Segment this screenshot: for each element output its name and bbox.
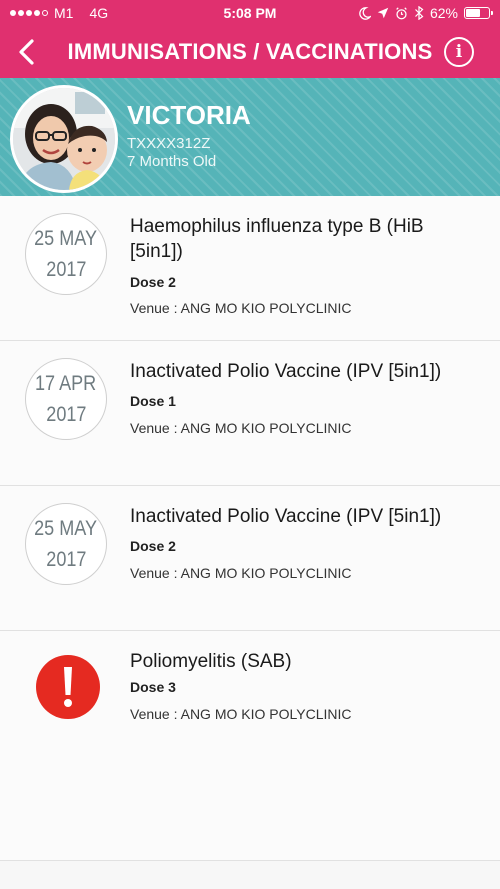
date-day-month: 17 APR: [35, 372, 97, 395]
venue-label: Venue : ANG MO KIO POLYCLINIC: [130, 300, 352, 316]
date-badge: 25 MAY 2017: [25, 503, 107, 585]
back-button[interactable]: [10, 36, 42, 68]
battery-icon: [464, 7, 493, 19]
vaccine-name: Haemophilus influenza type B (HiB [5in1]…: [130, 216, 424, 262]
date-day-month: 25 MAY: [34, 517, 98, 540]
status-time: 5:08 PM: [223, 5, 277, 21]
bluetooth-icon: [415, 6, 424, 20]
location-arrow-icon: [377, 7, 389, 19]
carrier-label: M1: [54, 5, 74, 21]
child-profile-header: VICTORIA TXXXX312Z 7 Months Old: [0, 78, 500, 196]
avatar: [10, 85, 118, 193]
network-label: 4G: [89, 5, 109, 21]
date-year: 2017: [45, 548, 87, 571]
venue-label: Venue : ANG MO KIO POLYCLINIC: [130, 420, 352, 436]
exclamation-glyph: [64, 667, 72, 707]
vaccine-name: Poliomyelitis (SAB): [130, 651, 292, 672]
date-year: 2017: [45, 403, 87, 426]
battery-level: [466, 9, 480, 17]
list-item[interactable]: 25 MAY 2017 Haemophilus influenza type B…: [0, 196, 500, 341]
info-icon: i: [455, 42, 463, 62]
vaccine-name: Inactivated Polio Vaccine (IPV [5in1]): [130, 506, 442, 527]
page-title: IMMUNISATIONS / VACCINATIONS: [67, 39, 433, 64]
navigation-bar: IMMUNISATIONS / VACCINATIONS i: [0, 26, 500, 78]
date-badge: 25 MAY 2017: [25, 213, 107, 295]
list-item[interactable]: 25 MAY 2017 Inactivated Polio Vaccine (I…: [0, 486, 500, 631]
profile-photo: [13, 88, 115, 190]
dose-label: Dose 1: [130, 393, 176, 409]
status-right: 62%: [310, 5, 493, 21]
venue-label: Venue : ANG MO KIO POLYCLINIC: [130, 706, 352, 722]
moon-icon: [359, 6, 371, 20]
status-bar: M1 4G 5:08 PM 62%: [0, 0, 500, 26]
child-name: VICTORIA: [127, 100, 251, 130]
venue-label: Venue : ANG MO KIO POLYCLINIC: [130, 565, 352, 581]
signal-strength-icon: [10, 10, 48, 16]
immunisation-list: 25 MAY 2017 Haemophilus influenza type B…: [0, 196, 500, 861]
dose-label: Dose 2: [130, 274, 176, 290]
dose-label: Dose 2: [130, 538, 176, 554]
exclamation-icon: [36, 655, 100, 719]
child-age: 7 Months Old: [127, 153, 217, 170]
alarm-clock-icon: [396, 6, 407, 19]
info-button[interactable]: i: [444, 37, 474, 67]
vaccine-name: Inactivated Polio Vaccine (IPV [5in1]): [130, 361, 442, 382]
date-day-month: 25 MAY: [34, 227, 98, 250]
child-id: TXXXX312Z: [127, 135, 211, 152]
chevron-left-icon: [19, 39, 34, 65]
status-left: M1 4G: [10, 5, 190, 21]
date-year: 2017: [45, 258, 87, 281]
list-item[interactable]: Poliomyelitis (SAB) Dose 3 Venue : ANG M…: [0, 631, 500, 861]
date-badge: 17 APR 2017: [25, 358, 107, 440]
dose-label: Dose 3: [130, 679, 176, 695]
battery-percent: 62%: [429, 5, 458, 21]
list-item[interactable]: 17 APR 2017 Inactivated Polio Vaccine (I…: [0, 341, 500, 486]
